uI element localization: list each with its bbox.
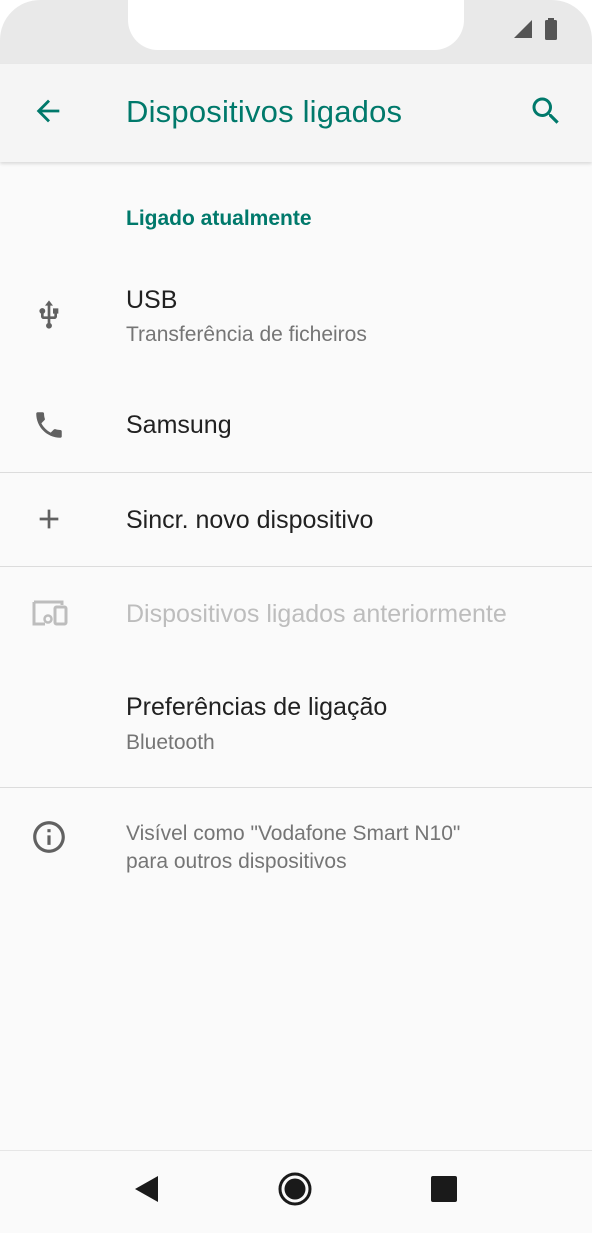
screen-corner-right <box>552 0 592 40</box>
nav-home-icon <box>277 1171 313 1212</box>
section-header-connected: Ligado atualmente <box>126 207 312 230</box>
nav-recents-button[interactable] <box>416 1169 472 1213</box>
list-item-title: Samsung <box>126 411 232 439</box>
display-notch <box>128 0 464 50</box>
page-title: Dispositivos ligados <box>126 94 403 129</box>
visibility-info-line: para outros dispositivos <box>126 850 347 873</box>
search-button[interactable] <box>520 89 572 137</box>
list-item-samsung[interactable]: Samsung <box>0 380 592 470</box>
screen-corner-left <box>0 0 40 40</box>
nav-home-button[interactable] <box>267 1169 323 1213</box>
info-icon <box>28 816 70 858</box>
list-item-title: USB <box>126 286 178 314</box>
list-item-subtitle: Transferência de ficheiros <box>126 323 367 346</box>
visibility-info-text: Visível como "Vodafone Smart N10" para o… <box>126 820 566 876</box>
usb-icon <box>28 294 70 336</box>
signal-icon <box>512 18 534 45</box>
list-item-subtitle: Bluetooth <box>126 731 215 754</box>
visibility-info-line: Visível como "Vodafone Smart N10" <box>126 822 461 845</box>
divider <box>0 787 592 788</box>
nav-back-button[interactable] <box>118 1169 174 1213</box>
search-icon <box>528 93 564 134</box>
list-item-usb[interactable]: USB Transferência de ficheiros <box>0 270 592 368</box>
list-item-connection-preferences[interactable]: Preferências de ligação Bluetooth <box>0 676 592 776</box>
status-icons <box>512 17 558 45</box>
arrow-back-icon <box>31 94 65 133</box>
list-item-title: Preferências de ligação <box>126 693 388 721</box>
plus-icon <box>28 498 70 540</box>
app-bar: Dispositivos ligados <box>0 64 592 162</box>
back-button[interactable] <box>22 89 74 137</box>
nav-back-icon <box>132 1174 160 1209</box>
devices-icon <box>28 592 70 634</box>
list-item-title: Sincr. novo dispositivo <box>126 506 374 534</box>
list-item-title: Dispositivos ligados anteriormente <box>126 600 507 628</box>
system-navigation-bar <box>0 1150 592 1233</box>
nav-recents-icon <box>430 1175 458 1208</box>
phone-icon <box>28 404 70 446</box>
status-bar <box>0 0 592 64</box>
battery-icon <box>544 17 558 45</box>
list-item-previously-connected[interactable]: Dispositivos ligados anteriormente <box>0 567 592 659</box>
list-item-pair-new-device[interactable]: Sincr. novo dispositivo <box>0 473 592 565</box>
